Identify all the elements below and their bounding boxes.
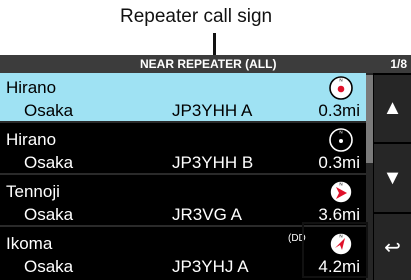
repeater-name: Tennoji [6,182,60,201]
scrollbar-thumb[interactable] [366,75,373,163]
page-indicator: 1/8 [390,57,407,71]
repeater-distance: 0.3mi [318,101,360,120]
compass-icon: N [329,128,353,152]
compass-icon: N [329,76,353,100]
callout-highlight-box [302,222,368,278]
repeater-name: Hirano [6,78,57,97]
compass-icon: N [329,180,353,204]
screen-title: NEAR REPEATER (ALL) [140,57,277,71]
svg-text:N: N [339,78,342,83]
repeater-city: Osaka [24,205,74,224]
row-divider [0,121,366,123]
repeater-city: Osaka [24,153,74,172]
repeater-row[interactable]: Tennoji Osaka JR3VG A 3.6mi N [0,177,366,227]
callout-label: Repeater call sign [120,6,273,27]
repeater-callsign: JR3VG A [172,205,242,224]
repeater-callsign: JP3YHH A [172,101,253,120]
row-divider [0,173,366,175]
back-button[interactable]: ↩ [374,214,411,280]
svg-text:N: N [339,182,342,187]
svg-text:N: N [339,130,342,135]
repeater-distance: 0.3mi [318,153,360,172]
repeater-name: Hirano [6,130,57,149]
repeater-row[interactable]: Hirano Osaka JP3YHH A 0.3mi N [0,73,366,123]
repeater-city: Osaka [24,257,74,276]
scroll-down-button[interactable]: ▼ [374,144,411,212]
scroll-up-button[interactable]: ▲ [374,75,411,142]
screen-header: NEAR REPEATER (ALL) 1/8 [0,55,411,73]
repeater-callsign: JP3YHH B [172,153,254,172]
repeater-callsign: JP3YHJ A [172,257,249,276]
repeater-city: Osaka [24,101,74,120]
repeater-row[interactable]: Hirano Osaka JP3YHH B 0.3mi N [0,125,366,175]
repeater-name: Ikoma [6,234,53,253]
